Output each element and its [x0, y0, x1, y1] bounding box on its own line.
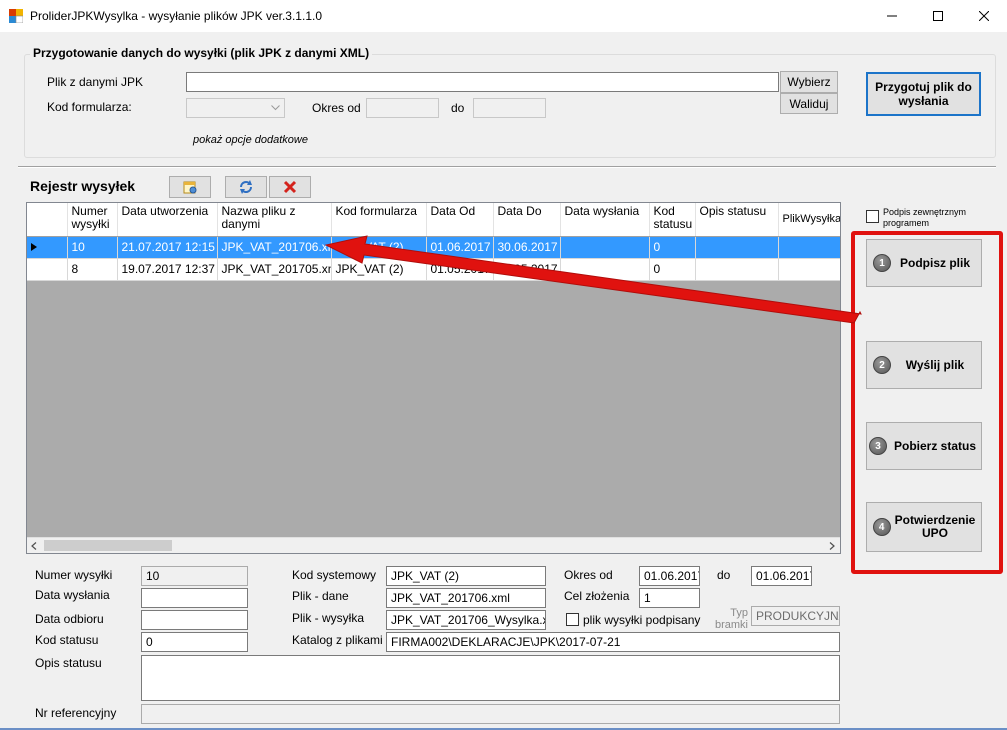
status-description-label: Opis statusu — [35, 656, 102, 670]
status-code-label: Kod statusu — [35, 633, 99, 647]
open-details-icon — [183, 181, 197, 194]
shipment-number-field: 10 — [141, 566, 248, 586]
row-selector[interactable] — [27, 258, 68, 281]
period-end-field[interactable]: 01.06.2017 — [751, 566, 812, 586]
prep-group-title: Przygotowanie danych do wysyłki (plik JP… — [30, 46, 373, 60]
scrollbar-thumb[interactable] — [44, 540, 172, 551]
receive-date-field[interactable] — [141, 610, 248, 630]
period-start-field[interactable]: 01.06.2017 — [639, 566, 700, 586]
period-from-label: Okres od — [312, 101, 361, 115]
column-header[interactable]: Nazwa pliku z danymi — [217, 203, 332, 237]
external-sign-checkbox[interactable] — [866, 210, 879, 223]
table-cell[interactable]: 10 — [67, 236, 118, 259]
choose-file-button[interactable]: Wybierz — [780, 71, 838, 93]
form-code-select[interactable] — [186, 98, 285, 118]
close-button[interactable] — [961, 0, 1007, 32]
column-header[interactable]: Data utworzenia — [117, 203, 218, 237]
period-from-input[interactable] — [366, 98, 439, 118]
table-cell[interactable]: JPK_VAT_201705.xml — [217, 258, 332, 281]
gateway-type-field: PRODUKCYJNA — [751, 606, 840, 626]
data-file-field[interactable]: JPK_VAT_201706.xml — [386, 588, 546, 608]
system-code-field[interactable]: JPK_VAT (2) — [386, 566, 546, 586]
signed-file-label: plik wysyłki podpisany — [583, 613, 701, 627]
signed-file-checkbox[interactable] — [566, 613, 579, 626]
period-to-input[interactable] — [473, 98, 546, 118]
file-input[interactable] — [186, 72, 779, 92]
current-row-icon — [31, 243, 37, 251]
file-label: Plik z danymi JPK — [47, 75, 144, 89]
column-header[interactable]: Numer wysyłki — [67, 203, 118, 237]
window-title: ProliderJPKWysylka - wysyłanie plików JP… — [30, 9, 322, 23]
close-icon — [979, 11, 989, 21]
period-end-label: do — [717, 568, 731, 582]
form-code-label: Kod formularza: — [47, 100, 132, 114]
refresh-icon — [240, 180, 252, 194]
annotation-highlight-box — [851, 231, 1003, 574]
reference-number-field — [141, 704, 840, 724]
annotation-arrow-shape — [324, 235, 862, 324]
validate-button[interactable]: Waliduj — [780, 93, 838, 114]
maximize-icon — [933, 11, 943, 21]
table-cell[interactable]: 19.07.2017 12:37 — [117, 258, 218, 281]
row-selector[interactable] — [27, 236, 68, 259]
section-separator — [18, 166, 996, 168]
directory-field[interactable]: FIRMA002\DEKLARACJE\JPK\2017-07-21 — [386, 632, 840, 652]
period-to-label: do — [451, 101, 465, 115]
external-sign-label: Podpis zewnętrznym programem — [883, 207, 967, 228]
receive-date-label: Data odbioru — [35, 612, 104, 626]
send-date-field[interactable] — [141, 588, 248, 608]
delete-button[interactable] — [269, 176, 311, 198]
data-file-label: Plik - dane — [292, 589, 349, 603]
period-start-label: Okres od — [564, 568, 613, 582]
refresh-button[interactable] — [225, 176, 267, 198]
table-cell[interactable]: 8 — [67, 258, 118, 281]
purpose-field[interactable]: 1 — [639, 588, 700, 608]
send-date-label: Data wysłania — [35, 588, 110, 602]
registry-title: Rejestr wysyłek — [30, 178, 136, 194]
scroll-left-icon — [31, 542, 37, 550]
scroll-right-icon — [829, 542, 835, 550]
details-button[interactable] — [169, 176, 211, 198]
status-code-field[interactable]: 0 — [141, 632, 248, 652]
extra-options-link[interactable]: pokaż opcje dodatkowe — [193, 134, 308, 146]
delete-icon — [283, 180, 297, 194]
send-file-label-field: Plik - wysyłka — [292, 611, 365, 625]
annotation-arrow — [324, 235, 862, 324]
minimize-button[interactable] — [869, 0, 915, 32]
app-icon — [9, 9, 23, 23]
shipment-number-label: Numer wysyłki — [35, 568, 113, 582]
table-cell[interactable]: 21.07.2017 12:15 — [117, 236, 218, 259]
table-cell[interactable]: JPK_VAT_201706.xml — [217, 236, 332, 259]
chevron-down-icon — [271, 105, 280, 111]
send-file-field[interactable]: JPK_VAT_201706_Wysylka.xml — [386, 610, 546, 630]
prepare-file-button[interactable]: Przygotuj plik do wysłania — [866, 72, 981, 116]
gateway-type-label: Typ bramki — [714, 607, 748, 631]
reference-number-label: Nr referencyjny — [35, 706, 117, 720]
system-code-label: Kod systemowy — [292, 568, 377, 582]
row-header-corner — [27, 203, 68, 237]
purpose-label: Cel złożenia — [564, 589, 630, 603]
minimize-icon — [887, 15, 897, 17]
status-description-field[interactable] — [141, 655, 840, 701]
directory-label: Katalog z plikami — [292, 633, 383, 647]
maximize-button[interactable] — [915, 0, 961, 32]
